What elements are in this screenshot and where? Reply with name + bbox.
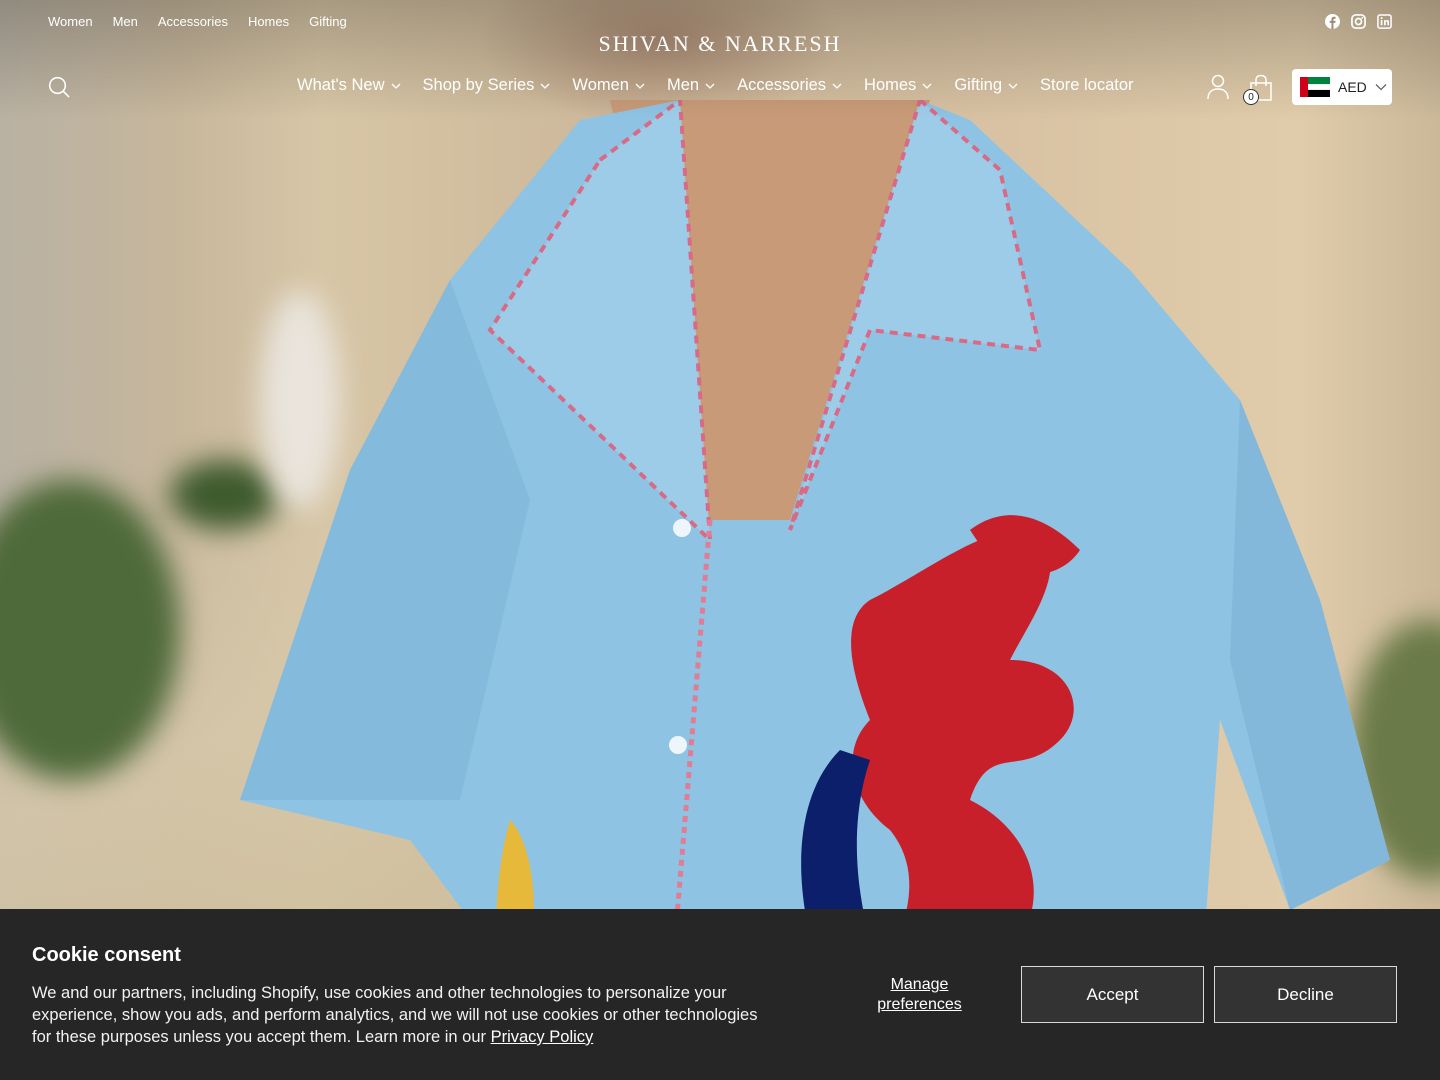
nav-item-shop-by-series[interactable]: Shop by Series <box>423 76 551 95</box>
nav-item-label: Shop by Series <box>422 76 535 94</box>
utility-link-women[interactable]: Women <box>48 14 93 29</box>
nav-item-store-locator[interactable]: Store locator <box>1040 76 1134 95</box>
social-links <box>1324 13 1392 29</box>
main-nav: What's New Shop by Series Women Men Acce… <box>297 76 1134 95</box>
cookie-consent-banner: Cookie consent We and our partners, incl… <box>0 909 1440 1080</box>
nav-item-label: Gifting <box>954 76 1002 94</box>
chevron-down-icon <box>391 83 400 89</box>
chevron-down-icon <box>832 83 842 89</box>
utility-link-homes[interactable]: Homes <box>248 14 289 29</box>
account-icon[interactable] <box>1206 74 1230 100</box>
nav-item-label: Men <box>666 76 700 94</box>
privacy-policy-link[interactable]: Privacy Policy <box>491 1028 594 1046</box>
utility-nav: Women Men Accessories Homes Gifting <box>48 14 347 29</box>
chevron-down-icon <box>922 83 932 89</box>
decline-button[interactable]: Decline <box>1214 966 1397 1023</box>
nav-item-gifting[interactable]: Gifting <box>954 76 1018 95</box>
nav-item-label: Store locator <box>1040 76 1134 94</box>
utility-link-men[interactable]: Men <box>113 14 138 29</box>
nav-item-women[interactable]: Women <box>572 76 645 95</box>
nav-item-accessories[interactable]: Accessories <box>737 76 842 95</box>
nav-item-men[interactable]: Men <box>667 76 715 95</box>
nav-item-label: Women <box>572 76 629 94</box>
cookie-body-text: We and our partners, including Shopify, … <box>32 984 758 1046</box>
nav-item-label: Accessories <box>737 76 827 94</box>
linkedin-icon[interactable] <box>1376 13 1392 29</box>
manage-preferences-link[interactable]: Manage preferences <box>862 975 977 1015</box>
currency-code: AED <box>1338 79 1367 95</box>
facebook-icon[interactable] <box>1324 13 1340 29</box>
brand-logo[interactable]: SHIVAN & NARRESH <box>0 31 1440 57</box>
chevron-down-icon <box>540 83 550 89</box>
chevron-down-icon <box>1375 84 1387 91</box>
cart-count-badge: 0 <box>1243 89 1259 105</box>
search-icon[interactable] <box>48 76 70 98</box>
chevron-down-icon <box>1008 83 1018 89</box>
nav-item-homes[interactable]: Homes <box>864 76 932 95</box>
currency-selector[interactable]: AED <box>1292 69 1392 105</box>
utility-link-accessories[interactable]: Accessories <box>158 14 228 29</box>
chevron-down-icon <box>705 83 715 89</box>
cookie-description: We and our partners, including Shopify, … <box>32 982 772 1048</box>
instagram-icon[interactable] <box>1350 13 1366 29</box>
cookie-title: Cookie consent <box>32 944 181 966</box>
chevron-down-icon <box>635 83 645 89</box>
nav-item-label: What's New <box>297 76 385 94</box>
utility-link-gifting[interactable]: Gifting <box>309 14 347 29</box>
accept-button[interactable]: Accept <box>1021 966 1204 1023</box>
uae-flag-icon <box>1300 77 1330 97</box>
hero-shirt-image <box>230 96 1400 1001</box>
nav-item-label: Homes <box>864 76 917 94</box>
nav-item-whats-new[interactable]: What's New <box>297 76 401 95</box>
